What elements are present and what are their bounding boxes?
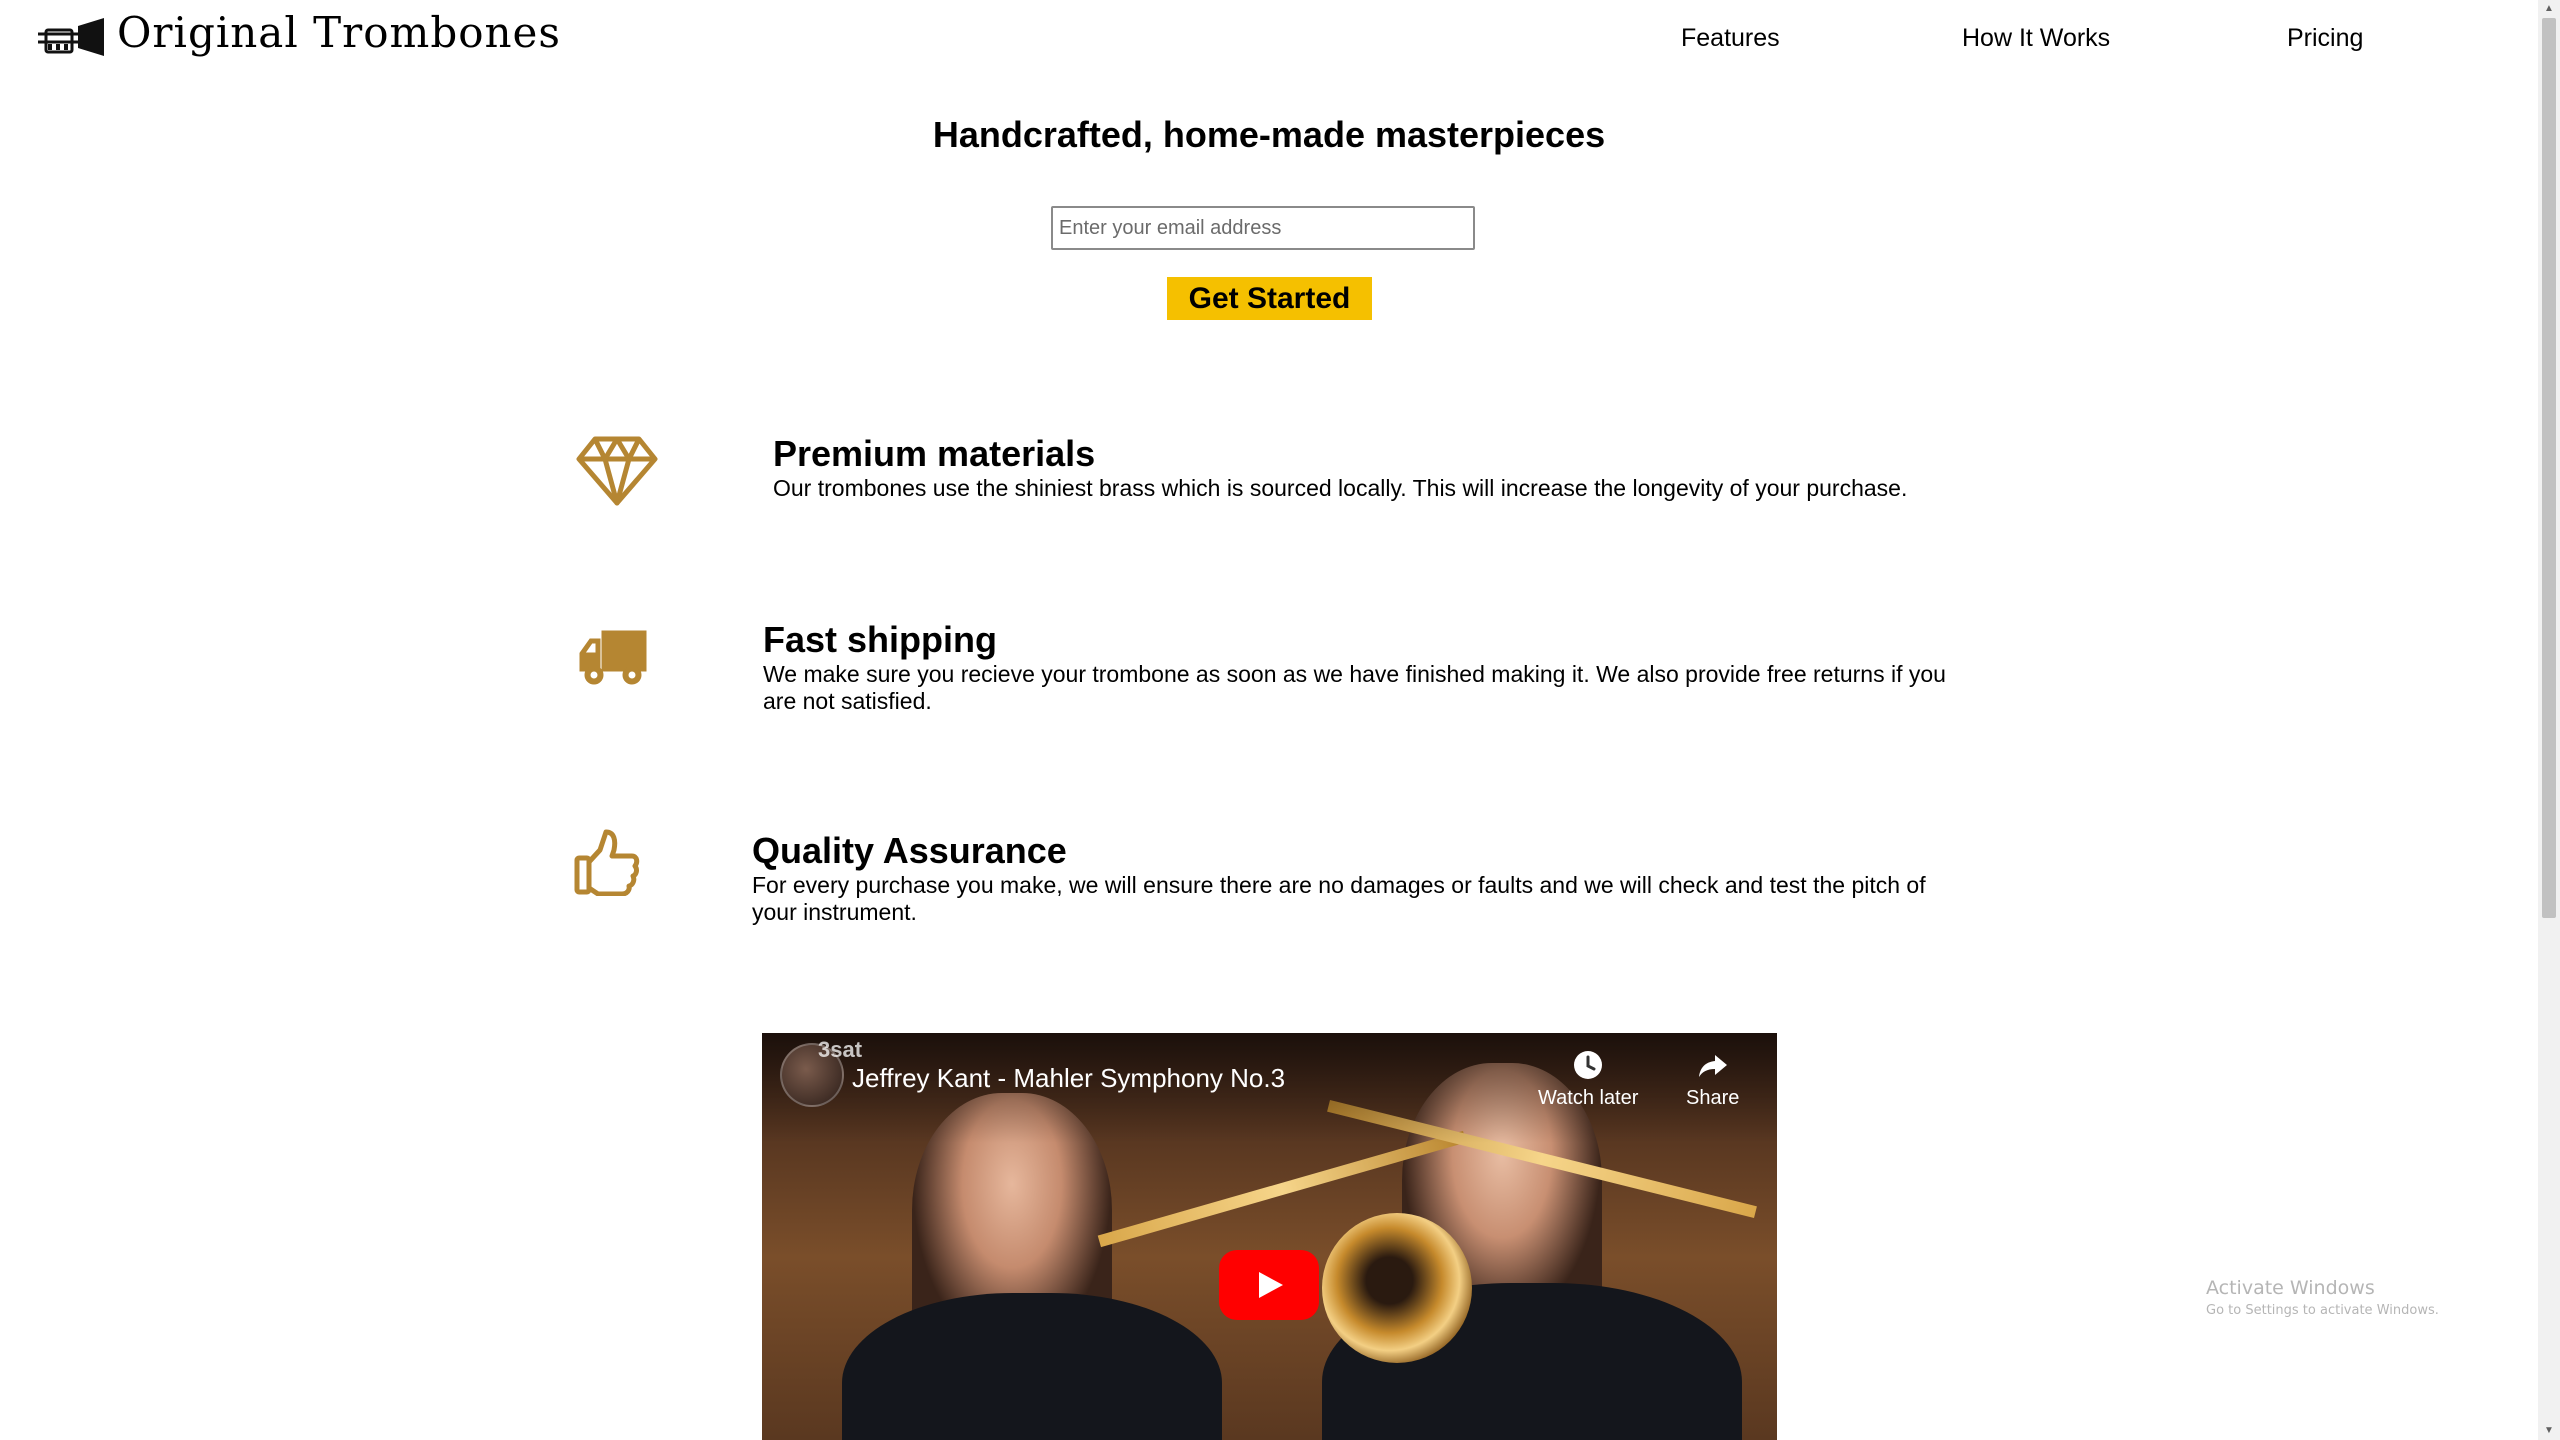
feature-text-premium-materials: Our trombones use the shiniest brass whi… bbox=[773, 475, 1908, 501]
nav-link-pricing[interactable]: Pricing bbox=[2287, 24, 2363, 53]
watch-later-label: Watch later bbox=[1538, 1087, 1639, 1109]
scroll-up-arrow-icon[interactable]: ▲ bbox=[2538, 0, 2560, 18]
feature-title-premium-materials: Premium materials bbox=[773, 433, 1096, 474]
feature-text-quality-assurance: For every purchase you make, we will ens… bbox=[752, 872, 1926, 925]
share-icon bbox=[1698, 1055, 1727, 1077]
channel-badge: 3sat bbox=[818, 1037, 863, 1062]
watch-later-button[interactable]: Watch later bbox=[1538, 1049, 1638, 1110]
video-title[interactable]: Jeffrey Kant - Mahler Symphony No.3 bbox=[852, 1063, 1285, 1094]
share-button[interactable]: Share bbox=[1686, 1049, 1739, 1110]
vertical-scrollbar[interactable]: ▲ ▼ bbox=[2538, 0, 2560, 1440]
activate-windows-subtitle: Go to Settings to activate Windows. bbox=[2206, 1303, 2439, 1318]
site-logo-text[interactable]: Original Trombones bbox=[117, 8, 561, 57]
share-label: Share bbox=[1686, 1087, 1740, 1109]
trombone-logo-icon[interactable] bbox=[34, 16, 106, 58]
nav-link-features[interactable]: Features bbox=[1681, 24, 1780, 53]
email-input[interactable] bbox=[1051, 206, 1475, 250]
scroll-down-arrow-icon[interactable]: ▼ bbox=[2538, 1422, 2560, 1440]
diamond-icon bbox=[576, 436, 658, 506]
nav-link-how-it-works[interactable]: How It Works bbox=[1962, 24, 2110, 53]
video-player[interactable]: 3sat Jeffrey Kant - Mahler Symphony No.3… bbox=[762, 1033, 1777, 1440]
hero-title: Handcrafted, home-made masterpieces bbox=[932, 114, 1606, 155]
page: Original Trombones Features How It Works… bbox=[0, 0, 2560, 1440]
feature-title-quality-assurance: Quality Assurance bbox=[752, 830, 1067, 871]
feature-text-fast-shipping: We make sure you recieve your trombone a… bbox=[763, 661, 1946, 714]
thumbs-up-icon bbox=[574, 829, 640, 896]
play-button[interactable] bbox=[1219, 1250, 1319, 1320]
get-started-button[interactable]: Get Started bbox=[1167, 277, 1372, 320]
feature-title-fast-shipping: Fast shipping bbox=[763, 619, 997, 660]
video-scene-bell bbox=[1322, 1213, 1472, 1363]
video-scene-suit-left bbox=[842, 1293, 1222, 1440]
clock-icon bbox=[1574, 1051, 1603, 1079]
play-icon bbox=[1259, 1272, 1283, 1298]
activate-windows-title: Activate Windows bbox=[2206, 1277, 2375, 1299]
truck-icon bbox=[579, 630, 647, 685]
scroll-thumb[interactable] bbox=[2542, 18, 2556, 918]
